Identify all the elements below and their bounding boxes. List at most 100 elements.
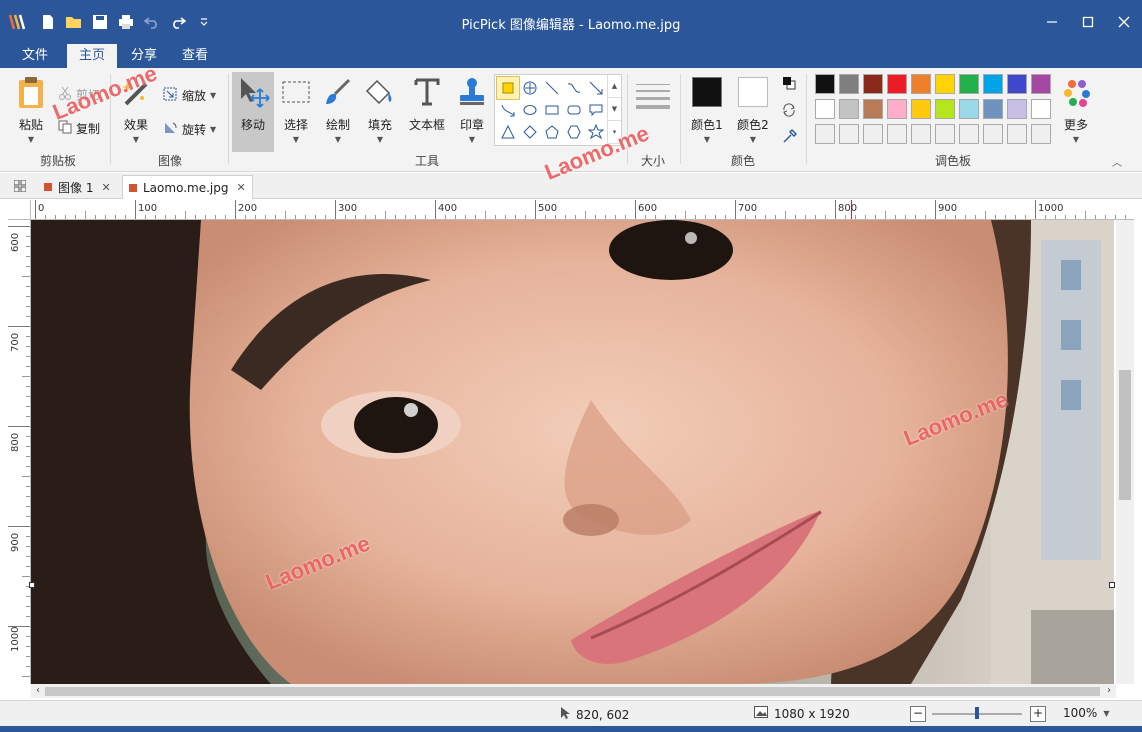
- shape-star-icon[interactable]: [585, 121, 607, 143]
- palette-swatch[interactable]: [863, 99, 883, 119]
- tab-grid-icon[interactable]: [13, 179, 27, 195]
- shape-rectangle-icon[interactable]: [541, 99, 563, 121]
- palette-swatch[interactable]: [1031, 99, 1051, 119]
- palette-swatch[interactable]: [839, 99, 859, 119]
- shape-crosshair-icon[interactable]: [519, 77, 541, 99]
- doc-tab-image1[interactable]: 图像 1 ✕: [38, 175, 117, 199]
- palette-swatch[interactable]: [863, 124, 883, 144]
- shape-diamond-icon[interactable]: [519, 121, 541, 143]
- palette-swatch[interactable]: [815, 74, 835, 94]
- ruler-minor-tick: [445, 215, 446, 219]
- palette-swatch[interactable]: [887, 74, 907, 94]
- palette-swatch[interactable]: [983, 99, 1003, 119]
- ruler-minor-tick: [615, 215, 616, 219]
- stroke-size-button[interactable]: [634, 78, 672, 138]
- palette-swatch[interactable]: [863, 74, 883, 94]
- shape-curved-arrow-icon[interactable]: [497, 99, 519, 121]
- palette-swatch[interactable]: [983, 124, 1003, 144]
- eyedropper-icon[interactable]: [782, 128, 798, 147]
- palette-swatch[interactable]: [935, 124, 955, 144]
- horizontal-scrollbar[interactable]: ‹ ›: [31, 684, 1116, 698]
- shape-rounded-rect-icon[interactable]: [563, 99, 585, 121]
- tab-view[interactable]: 查看: [170, 44, 220, 68]
- palette-swatch[interactable]: [887, 124, 907, 144]
- color2-button[interactable]: 颜色2 ▼: [732, 72, 774, 144]
- horizontal-scroll-thumb[interactable]: [45, 687, 1100, 696]
- ruler-minor-tick: [26, 436, 30, 437]
- zoom-level-dropdown[interactable]: 100% ▼: [1063, 706, 1109, 720]
- palette-swatch[interactable]: [887, 99, 907, 119]
- color1-button[interactable]: 颜色1 ▼: [686, 72, 728, 144]
- gallery-expand-icon[interactable]: ▾: [608, 121, 621, 144]
- palette-swatch[interactable]: [1007, 124, 1027, 144]
- minimize-icon[interactable]: [1034, 0, 1070, 44]
- more-colors-button[interactable]: 更多 ▼: [1058, 72, 1094, 144]
- shape-line-icon[interactable]: [541, 77, 563, 99]
- chevron-up-icon[interactable]: ▲: [608, 75, 621, 98]
- palette-swatch[interactable]: [839, 74, 859, 94]
- palette-swatch[interactable]: [911, 74, 931, 94]
- copy-button[interactable]: 复制: [58, 120, 100, 137]
- shape-arrow-icon[interactable]: [585, 77, 607, 99]
- move-tool-button[interactable]: 移动: [232, 72, 274, 152]
- chevron-down-icon[interactable]: ▼: [608, 98, 621, 121]
- effects-button[interactable]: 效果 ▼: [116, 72, 156, 144]
- tab-file[interactable]: 文件: [10, 44, 60, 68]
- paste-button[interactable]: 粘贴 ▼: [10, 72, 52, 144]
- vertical-scrollbar[interactable]: [1116, 220, 1134, 684]
- stamp-tool-button[interactable]: 印章 ▼: [452, 72, 492, 144]
- palette-swatch[interactable]: [911, 99, 931, 119]
- palette-swatch[interactable]: [959, 124, 979, 144]
- zoom-in-button[interactable]: +: [1030, 706, 1046, 722]
- rotate-button[interactable]: 旋转 ▼: [162, 120, 216, 139]
- ruler-minor-tick: [355, 215, 356, 219]
- zoom-out-button[interactable]: −: [910, 706, 926, 722]
- palette-swatch[interactable]: [1007, 74, 1027, 94]
- image-canvas[interactable]: Laomo.me Laomo.me: [31, 220, 1114, 684]
- palette-swatch[interactable]: [839, 124, 859, 144]
- shapes-gallery-scroll[interactable]: ▲ ▼ ▾: [607, 75, 621, 145]
- resize-handle-right[interactable]: [1109, 582, 1115, 588]
- scroll-right-icon[interactable]: ›: [1102, 684, 1116, 698]
- resize-handle-left[interactable]: [29, 582, 35, 588]
- tab-share[interactable]: 分享: [119, 44, 169, 68]
- collapse-ribbon-icon[interactable]: ︿: [1112, 154, 1122, 169]
- palette-swatch[interactable]: [1007, 99, 1027, 119]
- document-tab-bar: 图像 1 ✕ Laomo.me.jpg ✕: [0, 173, 1142, 199]
- zoom-slider-thumb[interactable]: [975, 707, 979, 719]
- palette-swatch[interactable]: [815, 124, 835, 144]
- shape-rect-select-icon[interactable]: [496, 76, 520, 100]
- shape-ellipse-icon[interactable]: [519, 99, 541, 121]
- palette-swatch[interactable]: [935, 74, 955, 94]
- doc-tab-laomo[interactable]: Laomo.me.jpg ✕: [122, 175, 253, 199]
- default-colors-icon[interactable]: [782, 76, 796, 93]
- palette-swatch[interactable]: [959, 99, 979, 119]
- shape-triangle-icon[interactable]: [497, 121, 519, 143]
- select-tool-button[interactable]: 选择 ▼: [276, 72, 316, 144]
- fill-tool-button[interactable]: 填充 ▼: [360, 72, 400, 144]
- shape-curve-icon[interactable]: [563, 77, 585, 99]
- close-tab-icon[interactable]: ✕: [101, 181, 110, 194]
- maximize-icon[interactable]: [1070, 0, 1106, 44]
- shape-pentagon-icon[interactable]: [541, 121, 563, 143]
- shape-speech-bubble-icon[interactable]: [585, 99, 607, 121]
- close-tab-icon[interactable]: ✕: [236, 181, 245, 194]
- palette-swatch[interactable]: [815, 99, 835, 119]
- cut-button[interactable]: 剪切: [58, 86, 100, 103]
- palette-swatch[interactable]: [983, 74, 1003, 94]
- palette-swatch[interactable]: [959, 74, 979, 94]
- palette-swatch[interactable]: [935, 99, 955, 119]
- palette-swatch[interactable]: [911, 124, 931, 144]
- vertical-scroll-thumb[interactable]: [1119, 370, 1131, 500]
- palette-swatch[interactable]: [1031, 74, 1051, 94]
- draw-tool-button[interactable]: 绘制 ▼: [318, 72, 358, 144]
- textbox-tool-button[interactable]: 文本框: [404, 72, 450, 133]
- shape-hexagon-icon[interactable]: [563, 121, 585, 143]
- palette-swatch[interactable]: [1031, 124, 1051, 144]
- ruler-minor-tick: [525, 215, 526, 219]
- tab-home[interactable]: 主页: [67, 44, 118, 69]
- close-icon[interactable]: [1106, 0, 1142, 44]
- swap-colors-icon[interactable]: [781, 102, 797, 121]
- resize-button[interactable]: 缩放 ▼: [162, 86, 216, 105]
- scroll-left-icon[interactable]: ‹: [31, 684, 45, 698]
